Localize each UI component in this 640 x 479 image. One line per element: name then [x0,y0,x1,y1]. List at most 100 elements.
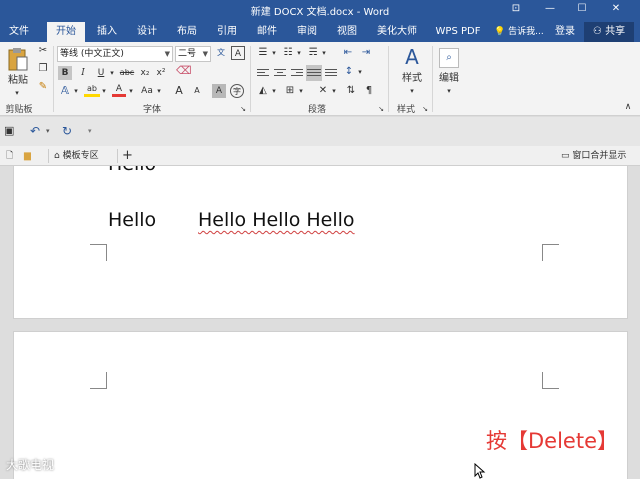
chinese-layout-dropdown-icon[interactable]: ▾ [330,84,338,98]
multilevel-list-icon[interactable]: ☴ [306,46,320,60]
bullets-dropdown-icon[interactable]: ▾ [270,46,278,60]
bold-button[interactable]: B [58,66,72,80]
tab-home[interactable]: 开始 [47,22,85,42]
font-name-select[interactable]: 等线 (中文正文) ▼ [57,46,173,62]
decrease-indent-icon[interactable]: ⇤ [340,46,356,60]
undo-dropdown-icon[interactable]: ▾ [46,124,50,138]
subscript-button[interactable]: x₂ [138,66,152,80]
chinese-layout-icon[interactable]: ✕ [316,84,330,98]
grow-font-button[interactable]: A [172,84,186,98]
cut-icon[interactable]: ✂ [36,44,50,58]
paste-dropdown-icon[interactable]: ▾ [10,86,24,100]
distributed-icon[interactable] [324,67,338,79]
justify-icon[interactable] [306,65,322,81]
page-1[interactable]: Hello Hello Hello Hello Hello [13,166,628,319]
merge-window-button[interactable]: ▭ 窗口合并显示 [561,149,626,163]
bullets-icon[interactable]: ☰ [256,46,270,60]
character-shading-button[interactable]: A [212,84,226,98]
group-divider [388,46,389,112]
document-tab-bar: 🗋 ▆ ⌂ 模板专区 + ▭ 窗口合并显示 [0,146,640,166]
page-2[interactable] [13,331,628,479]
multilevel-dropdown-icon[interactable]: ▾ [320,46,328,60]
align-left-icon[interactable] [256,67,270,79]
font-color-dropdown-icon[interactable]: ▾ [127,84,135,98]
enclose-characters-button[interactable]: 字 [230,84,244,98]
editing-dropdown-icon[interactable]: ▾ [443,84,455,98]
text-line-partial[interactable]: Hello [108,166,156,175]
folder-icon[interactable]: ▆ [24,149,31,163]
line-spacing-icon[interactable]: ↕ [342,65,356,79]
tab-insert[interactable]: 插入 [88,24,126,42]
highlight-dropdown-icon[interactable]: ▾ [100,84,108,98]
add-tab-button[interactable]: + [122,149,133,163]
tab-template-zone[interactable]: ⌂ 模板专区 [48,149,118,163]
numbering-icon[interactable]: ☷ [281,46,295,60]
borders-icon[interactable]: ⊞ [283,84,297,98]
line-spacing-dropdown-icon[interactable]: ▾ [356,65,364,79]
text-effects-icon[interactable]: 𝔸 [58,84,72,98]
text-line-hello[interactable]: Hello [108,209,156,231]
tab-mailings[interactable]: 邮件 [248,24,286,42]
font-size-value: 二号 [178,49,197,59]
collapse-ribbon-icon[interactable]: ∧ [622,100,634,114]
home-icon: ⌂ [54,151,60,161]
save-icon[interactable]: ▣ [4,124,14,138]
phonetic-guide-button[interactable]: 文 [213,46,229,60]
redo-icon[interactable]: ↻ [62,124,72,138]
tab-wps-pdf[interactable]: WPS PDF [430,24,486,42]
minimize-button[interactable]: — [542,2,558,16]
change-case-button[interactable]: Aa [138,84,156,98]
share-button[interactable]: ⚇ 共享 [584,22,634,42]
copy-icon[interactable]: ❐ [36,62,50,76]
styles-icon[interactable]: A [398,44,426,70]
restore-ribbon-button[interactable]: ⊡ [508,2,524,16]
strikethrough-button[interactable]: abc [118,66,136,80]
shading-dropdown-icon[interactable]: ▾ [270,84,278,98]
tab-beautify[interactable]: 美化大师 [370,24,424,42]
maximize-button[interactable]: ☐ [574,2,590,16]
close-button[interactable]: ✕ [608,2,624,16]
clear-formatting-icon[interactable]: ⌫ [176,64,192,78]
borders-dropdown-icon[interactable]: ▾ [297,84,305,98]
format-painter-icon[interactable]: ✎ [36,80,50,94]
font-color-button[interactable]: A [112,82,126,97]
tab-file[interactable]: 文件 [0,24,38,42]
tab-view[interactable]: 视图 [328,24,366,42]
align-center-icon[interactable] [273,67,287,79]
font-size-select[interactable]: 二号 ▼ [175,46,211,62]
template-zone-label: 模板专区 [62,151,99,161]
align-right-icon[interactable] [290,67,304,79]
font-group-label: 字体 [142,105,161,115]
character-border-button[interactable]: A [231,46,245,60]
paste-button[interactable] [6,46,30,72]
tell-me-box[interactable]: 💡 告诉我... [494,24,544,40]
dialog-launcher-icon[interactable]: ↘ [376,102,386,116]
text-line-hellos[interactable]: Hello Hello Hello [198,209,355,231]
search-icon[interactable]: ⌕ [439,48,459,68]
underline-button[interactable]: U [94,66,108,80]
underline-dropdown-icon[interactable]: ▾ [108,66,116,80]
title-bar: 新建 DOCX 文档.docx - Word ⊡ — ☐ ✕ [0,0,640,20]
login-button[interactable]: 登录 [555,24,575,40]
superscript-button[interactable]: x² [154,66,168,80]
numbering-dropdown-icon[interactable]: ▾ [295,46,303,60]
change-case-dropdown-icon[interactable]: ▾ [155,84,163,98]
shrink-font-button[interactable]: A [190,84,204,98]
dialog-launcher-icon[interactable]: ↘ [420,102,430,116]
show-marks-icon[interactable]: ¶ [362,84,376,98]
tab-design[interactable]: 设计 [128,24,166,42]
customize-qat-icon[interactable]: ▾ [88,124,92,138]
tab-review[interactable]: 审阅 [288,24,326,42]
dialog-launcher-icon[interactable]: ↘ [238,102,248,116]
italic-button[interactable]: I [76,66,90,80]
text-effects-dropdown-icon[interactable]: ▾ [72,84,80,98]
shading-icon[interactable]: ◭ [256,84,270,98]
highlight-button[interactable]: ab [84,82,100,97]
increase-indent-icon[interactable]: ⇥ [358,46,374,60]
tab-references[interactable]: 引用 [208,24,246,42]
tab-layout[interactable]: 布局 [168,24,206,42]
styles-dropdown-icon[interactable]: ▾ [406,84,418,98]
sort-icon[interactable]: ⇅ [344,84,358,98]
new-document-icon[interactable]: 🗋 [6,149,13,163]
undo-icon[interactable]: ↶ [30,124,40,138]
